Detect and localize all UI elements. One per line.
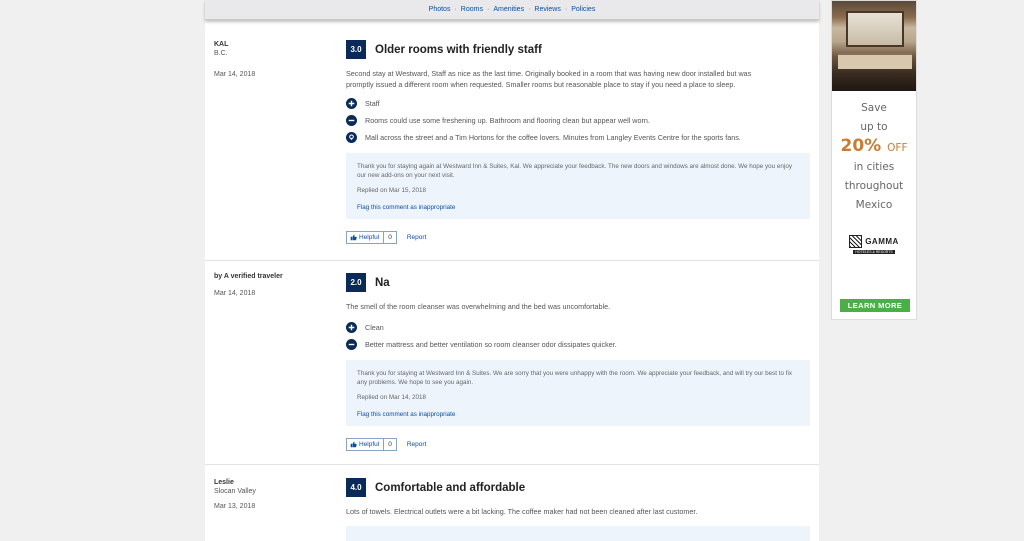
owner-reply xyxy=(346,526,810,541)
review-pro: Clean xyxy=(346,322,810,333)
location-pin-icon xyxy=(346,132,357,143)
hotel-room-photo xyxy=(832,1,916,91)
reviews-panel: KAL B.C. Mar 14, 2018 3.0 Older rooms wi… xyxy=(205,0,819,541)
flag-comment-link[interactable]: Flag this comment as inappropriate xyxy=(357,203,799,212)
owner-reply: Thank you for staying again at Westward … xyxy=(346,153,810,219)
helpful-count: 0 xyxy=(388,441,392,448)
nav-amenities[interactable]: Amenities xyxy=(493,6,524,13)
ad-discount: 20% xyxy=(840,136,882,156)
gamma-logo: GAMMA HOTELES & RESORTS xyxy=(844,231,904,257)
reply-text: Thank you for staying at Westward Inn & … xyxy=(357,370,793,386)
review-text: Second stay at Westward, Staff as nice a… xyxy=(346,69,752,89)
helpful-button[interactable]: Helpful 0 xyxy=(346,438,397,451)
reviewer-name: Leslie xyxy=(214,479,234,486)
review-title: Older rooms with friendly staff xyxy=(375,43,542,56)
review-meta: Leslie Slocan Valley Mar 13, 2018 xyxy=(214,478,334,511)
thumbs-up-icon xyxy=(350,234,357,241)
review-item: by A verified traveler Mar 14, 2018 2.0 … xyxy=(205,261,819,465)
review-item: KAL B.C. Mar 14, 2018 3.0 Older rooms wi… xyxy=(205,32,819,261)
learn-more-button[interactable]: LEARN MORE xyxy=(840,299,910,312)
review-date: Mar 14, 2018 xyxy=(214,290,256,297)
reviewer-location: Slocan Valley xyxy=(214,488,256,495)
section-nav: Photos · Rooms · Amenities · Reviews · Polic… xyxy=(205,0,819,20)
reviewer-name: KAL xyxy=(214,41,229,48)
review-date: Mar 14, 2018 xyxy=(214,71,256,78)
advertisement-banner[interactable]: Save up to 20% OFF in cities throughout … xyxy=(831,0,917,320)
review-text: Lots of towels. Electrical outlets were … xyxy=(346,507,698,516)
review-title: Comfortable and affordable xyxy=(375,481,526,494)
reviewer-name: by A verified traveler xyxy=(214,273,283,280)
ad-copy: Save up to 20% OFF in cities throughout … xyxy=(840,102,908,211)
review-meta: by A verified traveler Mar 14, 2018 xyxy=(214,272,334,298)
report-link[interactable]: Report xyxy=(407,441,427,448)
plus-icon xyxy=(346,322,357,333)
reply-date: Replied on Mar 15, 2018 xyxy=(357,187,426,194)
review-pro: Staff xyxy=(346,98,810,109)
flag-comment-link[interactable]: Flag this comment as inappropriate xyxy=(357,410,799,419)
review-item: Leslie Slocan Valley Mar 13, 2018 4.0 Co… xyxy=(205,465,819,541)
review-meta: KAL B.C. Mar 14, 2018 xyxy=(214,40,334,79)
review-text: The smell of the room cleanser was overw… xyxy=(346,302,611,311)
nav-photos[interactable]: Photos xyxy=(429,6,451,13)
nav-rooms[interactable]: Rooms xyxy=(461,6,483,13)
logo-mark-icon xyxy=(849,234,863,248)
review-con: Better mattress and better ventilation s… xyxy=(346,339,810,350)
review-score-badge: 4.0 xyxy=(346,478,366,497)
review-con: Rooms could use some freshening up. Bath… xyxy=(346,115,810,126)
reviewer-location: B.C. xyxy=(214,50,228,57)
plus-icon xyxy=(346,98,357,109)
review-score-badge: 3.0 xyxy=(346,40,366,59)
helpful-button[interactable]: Helpful 0 xyxy=(346,231,397,244)
nav-policies[interactable]: Policies xyxy=(571,6,595,13)
nav-reviews[interactable]: Reviews xyxy=(534,6,560,13)
review-location-note: Mall across the street and a Tim Hortons… xyxy=(346,132,810,143)
review-score-badge: 2.0 xyxy=(346,273,366,292)
review-title: Na xyxy=(375,276,390,289)
minus-icon xyxy=(346,115,357,126)
review-date: Mar 13, 2018 xyxy=(214,503,256,510)
report-link[interactable]: Report xyxy=(407,234,427,241)
owner-reply: Thank you for staying at Westward Inn & … xyxy=(346,360,810,426)
helpful-count: 0 xyxy=(388,234,392,241)
minus-icon xyxy=(346,339,357,350)
reply-text: Thank you for staying again at Westward … xyxy=(357,163,792,179)
reply-date: Replied on Mar 14, 2018 xyxy=(357,394,426,401)
thumbs-up-icon xyxy=(350,441,357,448)
